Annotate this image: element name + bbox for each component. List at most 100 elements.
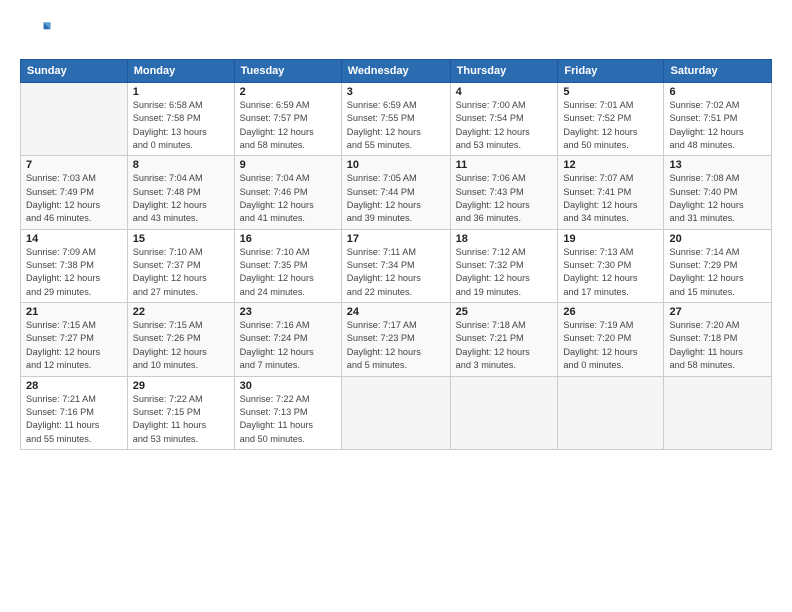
day-info: Sunrise: 7:06 AM Sunset: 7:43 PM Dayligh…: [456, 172, 553, 225]
day-info: Sunrise: 7:10 AM Sunset: 7:35 PM Dayligh…: [240, 246, 336, 299]
calendar-cell: 25Sunrise: 7:18 AM Sunset: 7:21 PM Dayli…: [450, 303, 558, 376]
calendar-cell: [341, 376, 450, 449]
day-info: Sunrise: 7:21 AM Sunset: 7:16 PM Dayligh…: [26, 393, 122, 446]
calendar-cell: 3Sunrise: 6:59 AM Sunset: 7:55 PM Daylig…: [341, 83, 450, 156]
weekday-header: Sunday: [21, 60, 128, 83]
calendar-cell: 10Sunrise: 7:05 AM Sunset: 7:44 PM Dayli…: [341, 156, 450, 229]
day-info: Sunrise: 7:00 AM Sunset: 7:54 PM Dayligh…: [456, 99, 553, 152]
day-info: Sunrise: 7:19 AM Sunset: 7:20 PM Dayligh…: [563, 319, 658, 372]
weekday-header: Friday: [558, 60, 664, 83]
day-info: Sunrise: 7:11 AM Sunset: 7:34 PM Dayligh…: [347, 246, 445, 299]
day-info: Sunrise: 7:07 AM Sunset: 7:41 PM Dayligh…: [563, 172, 658, 225]
day-info: Sunrise: 7:12 AM Sunset: 7:32 PM Dayligh…: [456, 246, 553, 299]
calendar-cell: 13Sunrise: 7:08 AM Sunset: 7:40 PM Dayli…: [664, 156, 772, 229]
weekday-header: Tuesday: [234, 60, 341, 83]
day-number: 27: [669, 306, 766, 318]
page: SundayMondayTuesdayWednesdayThursdayFrid…: [0, 0, 792, 612]
day-info: Sunrise: 6:59 AM Sunset: 7:55 PM Dayligh…: [347, 99, 445, 152]
header: [20, 18, 772, 51]
day-info: Sunrise: 6:58 AM Sunset: 7:58 PM Dayligh…: [133, 99, 229, 152]
day-number: 13: [669, 159, 766, 171]
day-number: 24: [347, 306, 445, 318]
calendar-cell: 20Sunrise: 7:14 AM Sunset: 7:29 PM Dayli…: [664, 229, 772, 302]
calendar-cell: 4Sunrise: 7:00 AM Sunset: 7:54 PM Daylig…: [450, 83, 558, 156]
day-number: 30: [240, 380, 336, 392]
logo: [20, 18, 52, 51]
day-number: 26: [563, 306, 658, 318]
calendar-cell: [664, 376, 772, 449]
day-info: Sunrise: 7:15 AM Sunset: 7:26 PM Dayligh…: [133, 319, 229, 372]
day-info: Sunrise: 7:15 AM Sunset: 7:27 PM Dayligh…: [26, 319, 122, 372]
day-number: 4: [456, 86, 553, 98]
calendar-cell: 6Sunrise: 7:02 AM Sunset: 7:51 PM Daylig…: [664, 83, 772, 156]
calendar-cell: 2Sunrise: 6:59 AM Sunset: 7:57 PM Daylig…: [234, 83, 341, 156]
calendar-cell: 29Sunrise: 7:22 AM Sunset: 7:15 PM Dayli…: [127, 376, 234, 449]
calendar-cell: 18Sunrise: 7:12 AM Sunset: 7:32 PM Dayli…: [450, 229, 558, 302]
calendar-cell: 9Sunrise: 7:04 AM Sunset: 7:46 PM Daylig…: [234, 156, 341, 229]
calendar-cell: 16Sunrise: 7:10 AM Sunset: 7:35 PM Dayli…: [234, 229, 341, 302]
day-info: Sunrise: 7:10 AM Sunset: 7:37 PM Dayligh…: [133, 246, 229, 299]
day-number: 23: [240, 306, 336, 318]
weekday-header: Monday: [127, 60, 234, 83]
day-number: 5: [563, 86, 658, 98]
day-number: 20: [669, 233, 766, 245]
calendar-cell: 7Sunrise: 7:03 AM Sunset: 7:49 PM Daylig…: [21, 156, 128, 229]
day-number: 6: [669, 86, 766, 98]
calendar-cell: [21, 83, 128, 156]
day-info: Sunrise: 7:04 AM Sunset: 7:46 PM Dayligh…: [240, 172, 336, 225]
day-number: 14: [26, 233, 122, 245]
day-number: 12: [563, 159, 658, 171]
day-info: Sunrise: 7:16 AM Sunset: 7:24 PM Dayligh…: [240, 319, 336, 372]
calendar-cell: 8Sunrise: 7:04 AM Sunset: 7:48 PM Daylig…: [127, 156, 234, 229]
weekday-header: Thursday: [450, 60, 558, 83]
calendar-cell: 28Sunrise: 7:21 AM Sunset: 7:16 PM Dayli…: [21, 376, 128, 449]
calendar-week-row: 1Sunrise: 6:58 AM Sunset: 7:58 PM Daylig…: [21, 83, 772, 156]
day-number: 17: [347, 233, 445, 245]
day-number: 8: [133, 159, 229, 171]
calendar-week-row: 28Sunrise: 7:21 AM Sunset: 7:16 PM Dayli…: [21, 376, 772, 449]
day-info: Sunrise: 7:17 AM Sunset: 7:23 PM Dayligh…: [347, 319, 445, 372]
day-number: 18: [456, 233, 553, 245]
calendar-header-row: SundayMondayTuesdayWednesdayThursdayFrid…: [21, 60, 772, 83]
day-info: Sunrise: 7:22 AM Sunset: 7:13 PM Dayligh…: [240, 393, 336, 446]
calendar-week-row: 14Sunrise: 7:09 AM Sunset: 7:38 PM Dayli…: [21, 229, 772, 302]
day-number: 9: [240, 159, 336, 171]
day-info: Sunrise: 6:59 AM Sunset: 7:57 PM Dayligh…: [240, 99, 336, 152]
day-number: 1: [133, 86, 229, 98]
day-number: 3: [347, 86, 445, 98]
day-info: Sunrise: 7:03 AM Sunset: 7:49 PM Dayligh…: [26, 172, 122, 225]
day-number: 19: [563, 233, 658, 245]
calendar-cell: 11Sunrise: 7:06 AM Sunset: 7:43 PM Dayli…: [450, 156, 558, 229]
day-info: Sunrise: 7:13 AM Sunset: 7:30 PM Dayligh…: [563, 246, 658, 299]
calendar-table: SundayMondayTuesdayWednesdayThursdayFrid…: [20, 59, 772, 450]
calendar-cell: 23Sunrise: 7:16 AM Sunset: 7:24 PM Dayli…: [234, 303, 341, 376]
day-info: Sunrise: 7:02 AM Sunset: 7:51 PM Dayligh…: [669, 99, 766, 152]
calendar-cell: 14Sunrise: 7:09 AM Sunset: 7:38 PM Dayli…: [21, 229, 128, 302]
day-info: Sunrise: 7:05 AM Sunset: 7:44 PM Dayligh…: [347, 172, 445, 225]
day-info: Sunrise: 7:04 AM Sunset: 7:48 PM Dayligh…: [133, 172, 229, 225]
calendar-cell: 26Sunrise: 7:19 AM Sunset: 7:20 PM Dayli…: [558, 303, 664, 376]
logo-icon: [24, 18, 52, 46]
day-number: 15: [133, 233, 229, 245]
day-number: 11: [456, 159, 553, 171]
calendar-cell: 19Sunrise: 7:13 AM Sunset: 7:30 PM Dayli…: [558, 229, 664, 302]
day-info: Sunrise: 7:22 AM Sunset: 7:15 PM Dayligh…: [133, 393, 229, 446]
calendar-cell: 5Sunrise: 7:01 AM Sunset: 7:52 PM Daylig…: [558, 83, 664, 156]
calendar-cell: 21Sunrise: 7:15 AM Sunset: 7:27 PM Dayli…: [21, 303, 128, 376]
calendar-cell: 17Sunrise: 7:11 AM Sunset: 7:34 PM Dayli…: [341, 229, 450, 302]
calendar-cell: [450, 376, 558, 449]
day-number: 2: [240, 86, 336, 98]
calendar-cell: 1Sunrise: 6:58 AM Sunset: 7:58 PM Daylig…: [127, 83, 234, 156]
calendar-cell: [558, 376, 664, 449]
day-info: Sunrise: 7:09 AM Sunset: 7:38 PM Dayligh…: [26, 246, 122, 299]
day-number: 25: [456, 306, 553, 318]
day-number: 22: [133, 306, 229, 318]
day-number: 10: [347, 159, 445, 171]
calendar-week-row: 7Sunrise: 7:03 AM Sunset: 7:49 PM Daylig…: [21, 156, 772, 229]
day-number: 7: [26, 159, 122, 171]
day-info: Sunrise: 7:01 AM Sunset: 7:52 PM Dayligh…: [563, 99, 658, 152]
calendar-cell: 22Sunrise: 7:15 AM Sunset: 7:26 PM Dayli…: [127, 303, 234, 376]
day-number: 29: [133, 380, 229, 392]
day-number: 28: [26, 380, 122, 392]
calendar-week-row: 21Sunrise: 7:15 AM Sunset: 7:27 PM Dayli…: [21, 303, 772, 376]
